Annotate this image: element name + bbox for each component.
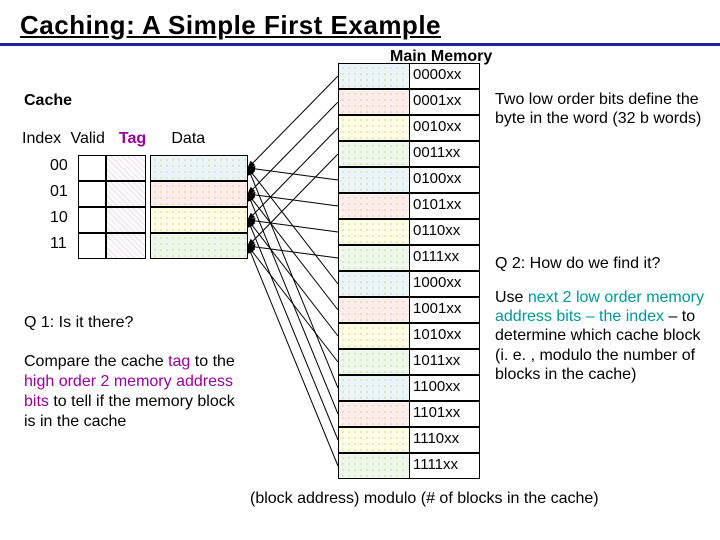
memory-row: 1100xx [338,375,480,401]
memory-address: 1011xx [410,349,480,375]
data-cell [150,207,248,233]
cache-index: 01 [50,181,78,207]
memory-row: 0100xx [338,167,480,193]
tag-cell [106,181,146,207]
memory-cell [338,219,410,245]
memory-address: 0010xx [410,115,480,141]
memory-cell [338,453,410,479]
cache-index: 00 [50,155,78,181]
memory-row: 0101xx [338,193,480,219]
tag-cell [106,155,146,181]
memory-cell [338,297,410,323]
memory-cell [338,115,410,141]
cache-column-headers: Index Valid Tag Data [22,130,231,148]
modulo-formula: (block address) modulo (# of blocks in t… [250,490,599,508]
memory-cell [338,89,410,115]
data-cell [150,181,248,207]
memory-address: 1000xx [410,271,480,297]
memory-cell [338,141,410,167]
slide-title: Caching: A Simple First Example [20,10,441,40]
memory-cell [338,167,410,193]
memory-row: 0011xx [338,141,480,167]
cache-label: Cache [24,92,72,110]
memory-row: 1111xx [338,453,480,479]
memory-address: 1100xx [410,375,480,401]
main-memory-table: 0000xx0001xx0010xx0011xx0100xx0101xx0110… [338,63,480,479]
memory-address: 0100xx [410,167,480,193]
memory-cell [338,427,410,453]
title-bar: Caching: A Simple First Example [0,0,720,46]
valid-cell [78,181,106,207]
question-2: Q 2: How do we find it? [495,254,705,273]
memory-address: 0110xx [410,219,480,245]
cache-table: 00011011 [50,155,248,259]
cache-row: 11 [50,233,248,259]
tag-cell [106,233,146,259]
memory-row: 0010xx [338,115,480,141]
memory-address: 1111xx [410,453,480,479]
note-low-order-bits: Two low order bits define the byte in th… [495,90,705,128]
memory-address: 0000xx [410,63,480,89]
cache-index: 10 [50,207,78,233]
cache-index: 11 [50,233,78,259]
data-cell [150,233,248,259]
memory-cell [338,193,410,219]
memory-row: 1011xx [338,349,480,375]
memory-row: 0000xx [338,63,480,89]
a2-pre: Use [495,289,528,306]
question-1: Q 1: Is it there? [24,314,133,332]
memory-address: 0011xx [410,141,480,167]
memory-address: 1010xx [410,323,480,349]
hdr-data: Data [153,130,231,148]
memory-address: 0111xx [410,245,480,271]
memory-row: 1110xx [338,427,480,453]
cache-row: 10 [50,207,248,233]
hdr-valid: Valid [70,130,114,148]
memory-row: 1000xx [338,271,480,297]
answer-1: Compare the cache tag to the high order … [24,352,249,432]
memory-cell [338,63,410,89]
answer-2: Use next 2 low order memory address bits… [495,288,705,384]
memory-cell [338,271,410,297]
memory-cell [338,349,410,375]
memory-cell [338,245,410,271]
memory-row: 1010xx [338,323,480,349]
cache-row: 01 [50,181,248,207]
memory-row: 0110xx [338,219,480,245]
memory-address: 1110xx [410,427,480,453]
a1-p1: Compare the cache [24,353,168,370]
valid-cell [78,207,106,233]
memory-row: 0001xx [338,89,480,115]
memory-cell [338,375,410,401]
memory-row: 1001xx [338,297,480,323]
tag-cell [106,207,146,233]
a1-tag: tag [168,353,190,370]
data-cell [150,155,248,181]
hdr-tag: Tag [119,130,149,148]
memory-address: 1101xx [410,401,480,427]
a1-p3: to tell if the memory block is in the ca… [24,393,235,430]
valid-cell [78,155,106,181]
memory-address: 0101xx [410,193,480,219]
memory-row: 1101xx [338,401,480,427]
memory-cell [338,323,410,349]
valid-cell [78,233,106,259]
memory-cell [338,401,410,427]
cache-row: 00 [50,155,248,181]
hdr-index: Index [22,130,66,148]
a1-p2: to the [190,353,234,370]
memory-address: 1001xx [410,297,480,323]
memory-row: 0111xx [338,245,480,271]
memory-address: 0001xx [410,89,480,115]
